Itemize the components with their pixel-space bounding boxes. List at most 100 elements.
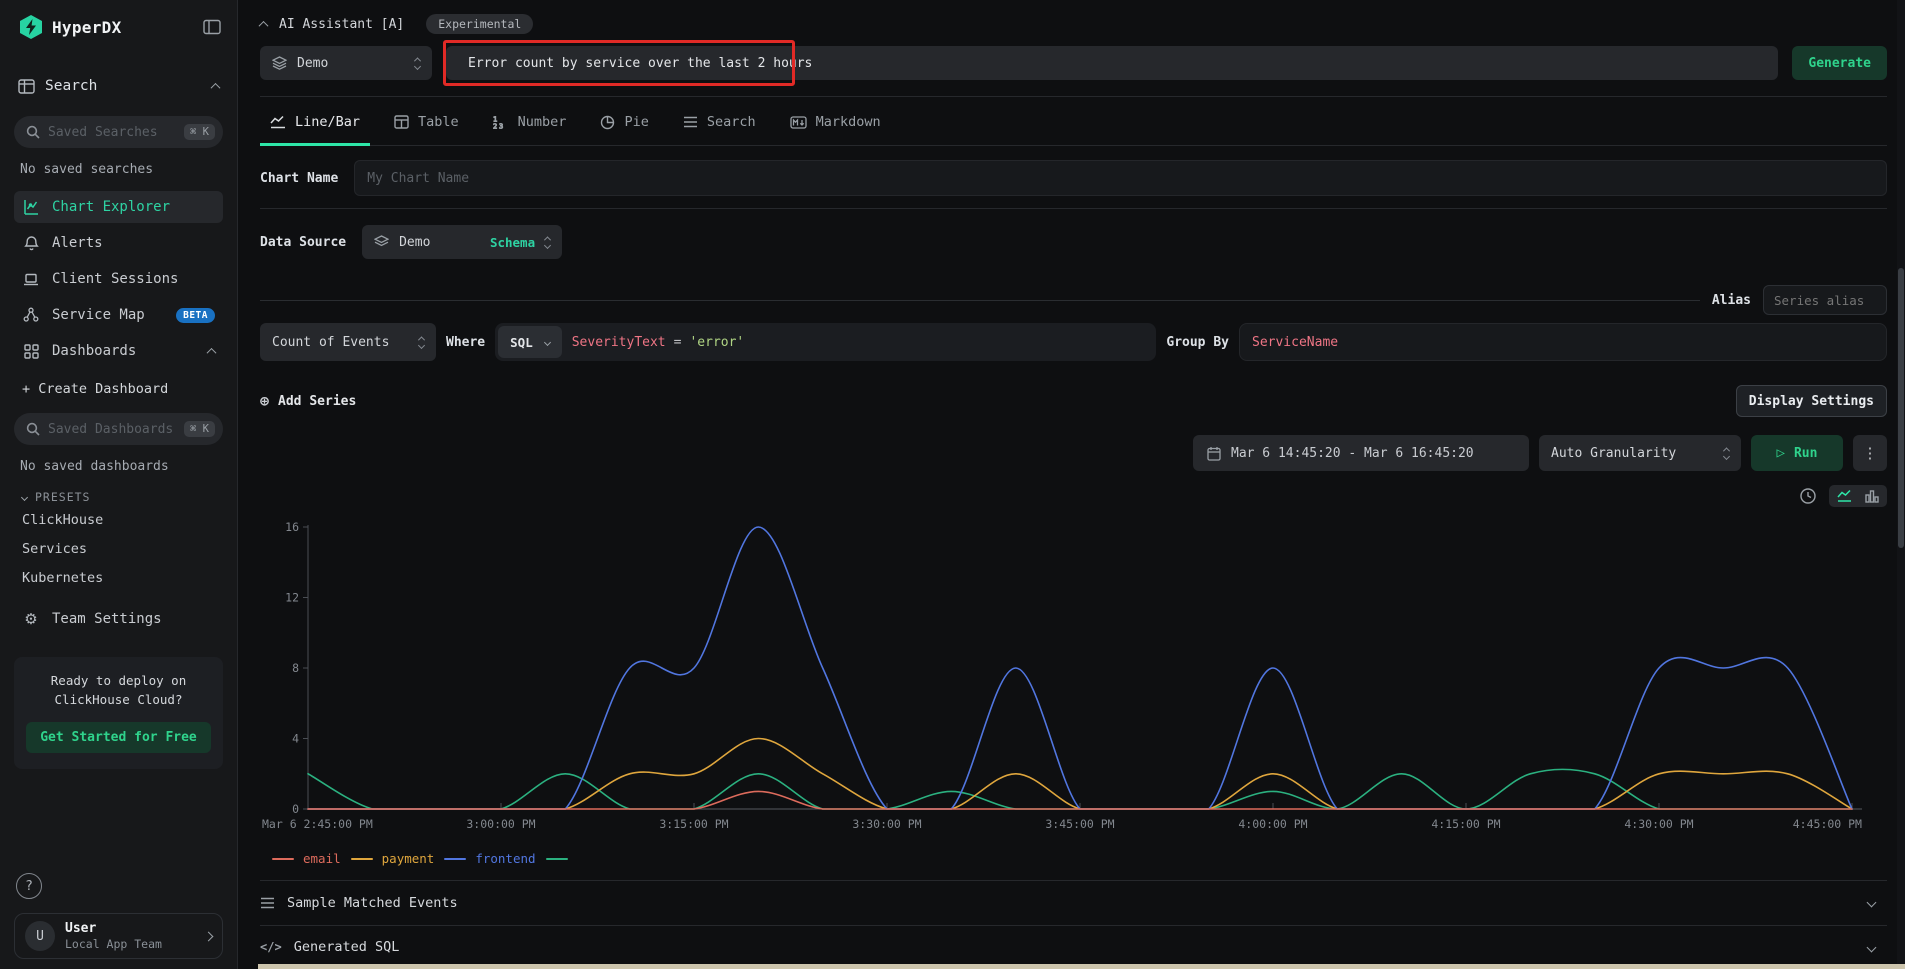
- vertical-scrollbar[interactable]: [1897, 0, 1905, 969]
- collapse-assistant-icon[interactable]: [259, 20, 269, 30]
- sql-operator-token: =: [674, 335, 682, 350]
- tab-line-bar[interactable]: Line/Bar: [260, 99, 370, 146]
- run-button[interactable]: ▷ Run: [1751, 435, 1843, 471]
- more-options-button[interactable]: ⋮: [1853, 435, 1887, 471]
- svg-text:16: 16: [285, 520, 299, 534]
- line-style-icon[interactable]: [1837, 489, 1853, 503]
- where-expression-box: SQL SeverityText = 'error': [495, 323, 1156, 361]
- help-button[interactable]: ?: [16, 873, 42, 899]
- sidebar-item-alerts[interactable]: Alerts: [14, 227, 223, 259]
- svg-text:3:15:00 PM: 3:15:00 PM: [659, 817, 728, 831]
- bar-style-icon[interactable]: [1865, 489, 1879, 503]
- series-alias-input[interactable]: [1763, 285, 1887, 315]
- scrollbar-thumb[interactable]: [1898, 268, 1904, 548]
- svg-text:4:15:00 PM: 4:15:00 PM: [1431, 817, 1500, 831]
- sidebar-collapse-icon[interactable]: [203, 19, 221, 35]
- aggregation-select[interactable]: Count of Events: [260, 323, 436, 361]
- legend-item-payment[interactable]: payment: [351, 851, 435, 866]
- clickhouse-cloud-promo: Ready to deploy on ClickHouse Cloud? Get…: [14, 657, 223, 769]
- pie-chart-icon: [600, 115, 615, 130]
- tab-number[interactable]: 1 2 3 Number: [483, 99, 577, 146]
- line-chart[interactable]: 0481216Mar 6 2:45:00 PM3:00:00 PM3:15:00…: [260, 511, 1887, 847]
- sidebar-item-chart-explorer[interactable]: Chart Explorer: [14, 191, 223, 223]
- presets-header[interactable]: PRESETS: [14, 490, 223, 504]
- search-section-icon: [18, 79, 35, 94]
- legend-item-frontend[interactable]: frontend: [444, 851, 535, 866]
- svg-text:4:30:00 PM: 4:30:00 PM: [1624, 817, 1693, 831]
- clock-icon[interactable]: [1799, 487, 1817, 505]
- user-menu[interactable]: U User Local App Team: [14, 913, 223, 959]
- chevron-up-icon: [211, 82, 221, 92]
- play-icon: ▷: [1777, 445, 1785, 461]
- code-icon: </>: [260, 940, 282, 954]
- group-by-label: Group By: [1166, 335, 1229, 350]
- search-icon: [26, 422, 40, 436]
- generated-sql-section[interactable]: </> Generated SQL: [260, 925, 1887, 969]
- main-content: AI Assistant [A] Experimental Demo Gener…: [238, 0, 1905, 969]
- gear-icon: ⚙: [22, 610, 40, 628]
- date-range-picker[interactable]: Mar 6 14:45:20 - Mar 6 16:45:20: [1193, 435, 1529, 471]
- sample-matched-events-section[interactable]: Sample Matched Events: [260, 880, 1887, 925]
- app-logo[interactable]: HyperDX: [18, 14, 122, 40]
- app-title: HyperDX: [52, 18, 122, 37]
- sidebar-item-team-settings[interactable]: ⚙ Team Settings: [14, 603, 223, 635]
- legend-item-unnamed[interactable]: [546, 858, 577, 860]
- horizontal-scrollbar[interactable]: [258, 964, 1905, 969]
- sidebar-item-client-sessions[interactable]: Client Sessions: [14, 263, 223, 295]
- schema-link[interactable]: Schema: [490, 235, 535, 250]
- sql-string-token: 'error': [689, 335, 744, 350]
- chart-name-label: Chart Name: [260, 171, 338, 186]
- where-expression-input[interactable]: SeverityText = 'error': [572, 335, 745, 350]
- preset-clickhouse[interactable]: ClickHouse: [14, 507, 223, 533]
- saved-searches-input[interactable]: Saved Searches ⌘ K: [14, 116, 223, 148]
- svg-text:Mar 6 2:45:00 PM: Mar 6 2:45:00 PM: [262, 817, 373, 831]
- chart-name-input[interactable]: [354, 160, 1887, 196]
- select-caret-icon: [419, 336, 424, 348]
- data-source-select[interactable]: Demo Schema: [362, 225, 562, 259]
- preset-services[interactable]: Services: [14, 536, 223, 562]
- tab-search[interactable]: Search: [673, 99, 766, 146]
- user-name: User: [65, 921, 195, 936]
- sidebar-item-dashboards[interactable]: Dashboards: [14, 335, 223, 367]
- tab-pie[interactable]: Pie: [590, 99, 658, 146]
- calendar-icon: [1207, 446, 1221, 461]
- chevron-right-icon: [204, 931, 214, 941]
- assistant-source-select[interactable]: Demo: [260, 46, 432, 80]
- group-by-value: ServiceName: [1252, 335, 1338, 350]
- svg-text:3: 3: [499, 123, 503, 130]
- saved-dashboards-input[interactable]: Saved Dashboards ⌘ K: [14, 413, 223, 445]
- tab-table[interactable]: Table: [384, 99, 469, 146]
- app-root: HyperDX Search Saved Searches ⌘ K No sav…: [0, 0, 1905, 969]
- svg-text:4:45:00 PM: 4:45:00 PM: [1793, 817, 1862, 831]
- no-saved-searches-note: No saved searches: [14, 162, 223, 177]
- granularity-select[interactable]: Auto Granularity: [1539, 435, 1741, 471]
- group-by-input[interactable]: ServiceName: [1239, 323, 1887, 361]
- shortcut-badge: ⌘ K: [184, 124, 215, 140]
- display-settings-button[interactable]: Display Settings: [1736, 385, 1887, 417]
- assistant-prompt-input[interactable]: [446, 46, 1778, 80]
- svg-text:3:00:00 PM: 3:00:00 PM: [466, 817, 535, 831]
- markdown-icon: [790, 116, 807, 129]
- sidebar-item-service-map[interactable]: Service Map BETA: [14, 299, 223, 331]
- add-series-button[interactable]: ⊕ Add Series: [260, 392, 356, 410]
- generate-button[interactable]: Generate: [1792, 46, 1887, 80]
- tab-markdown[interactable]: Markdown: [780, 99, 891, 146]
- chart-explorer-icon: [22, 199, 40, 215]
- no-saved-dashboards-note: No saved dashboards: [14, 459, 223, 474]
- chart-style-toggle: [1829, 485, 1887, 507]
- divider: [260, 96, 1887, 97]
- layers-icon: [272, 56, 287, 70]
- query-language-select[interactable]: SQL: [498, 326, 562, 358]
- laptop-icon: [22, 272, 40, 287]
- legend-item-email[interactable]: email: [272, 851, 341, 866]
- list-icon: [683, 116, 698, 128]
- create-dashboard-button[interactable]: + Create Dashboard: [14, 381, 223, 397]
- preset-kubernetes[interactable]: Kubernetes: [14, 565, 223, 591]
- svg-text:3:45:00 PM: 3:45:00 PM: [1045, 817, 1114, 831]
- shortcut-badge: ⌘ K: [184, 421, 215, 437]
- hyperdx-logo-icon: [18, 14, 44, 40]
- table-icon: [394, 115, 409, 129]
- sidebar-section-search[interactable]: Search: [14, 78, 223, 94]
- get-started-button[interactable]: Get Started for Free: [26, 722, 211, 753]
- svg-text:2: 2: [493, 123, 497, 130]
